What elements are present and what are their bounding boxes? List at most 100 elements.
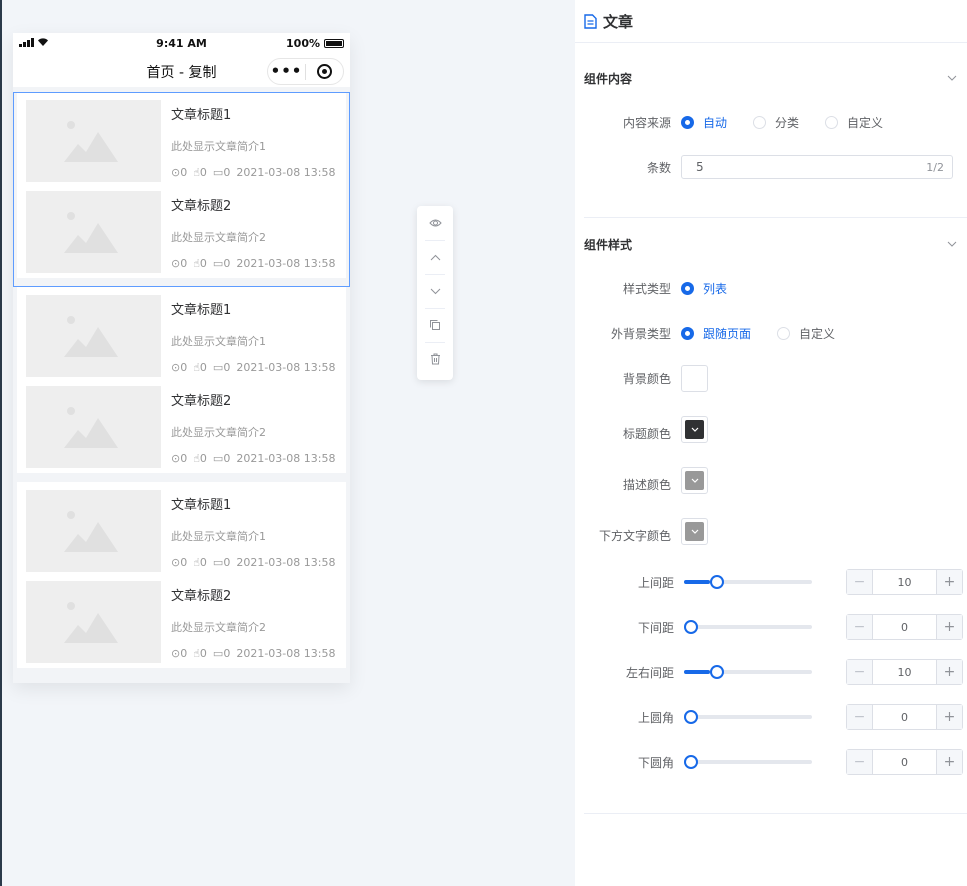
- color-label: 下方文字颜色: [598, 528, 671, 543]
- bg-type-radio-label: 跟随页面: [703, 326, 752, 341]
- decrement-button[interactable]: −: [847, 570, 873, 594]
- article-item[interactable]: 文章标题2 此处显示文章简介2 ⊙0 ☝0 ▭0 2021-03-08 13:58: [26, 581, 344, 663]
- source-radio-1[interactable]: 分类: [753, 114, 799, 131]
- slider-handle[interactable]: [684, 620, 698, 634]
- range-slider[interactable]: [684, 575, 812, 589]
- increment-button[interactable]: +: [936, 660, 962, 684]
- count-input[interactable]: 5 1/2: [681, 155, 953, 179]
- article-title: 文章标题1: [171, 303, 232, 318]
- views-count: ⊙0: [171, 361, 188, 374]
- count-label: 条数: [646, 160, 671, 175]
- decrement-button[interactable]: −: [847, 615, 873, 639]
- range-slider[interactable]: [684, 710, 812, 724]
- arrow-down-icon[interactable]: [417, 274, 453, 308]
- range-slider[interactable]: [684, 755, 812, 769]
- color-label: 标题颜色: [622, 426, 671, 441]
- article-block[interactable]: 文章标题1 此处显示文章简介1 ⊙0 ☝0 ▭0 2021-03-08 13:58 文章标题…: [17, 287, 346, 473]
- article-desc: 此处显示文章简介2: [171, 621, 266, 634]
- article-title: 文章标题1: [171, 498, 232, 513]
- source-radio-label: 自定义: [847, 115, 884, 130]
- source-radio-label: 分类: [775, 115, 800, 130]
- radio-list[interactable]: 列表: [681, 280, 727, 297]
- slider-row: 上间距 −10 +: [575, 569, 967, 595]
- color-picker[interactable]: [681, 415, 708, 443]
- bg-type-radio-label: 自定义: [799, 326, 836, 341]
- article-item[interactable]: 文章标题1 此处显示文章简介1 ⊙0 ☝0 ▭0 2021-03-08 13:58: [26, 490, 344, 572]
- slider-label: 下间距: [637, 620, 674, 635]
- count-value: 5: [696, 160, 704, 174]
- color-picker[interactable]: [681, 466, 708, 494]
- article-item[interactable]: 文章标题1 此处显示文章简介1 ⊙0 ☝0 ▭0 2021-03-08 13:58: [26, 100, 344, 182]
- decrement-button[interactable]: −: [847, 660, 873, 684]
- decrement-button[interactable]: −: [847, 705, 873, 729]
- section-divider: [584, 813, 967, 814]
- increment-button[interactable]: +: [936, 570, 962, 594]
- content-section-header[interactable]: 组件内容: [584, 68, 967, 88]
- likes-count: ☝0: [193, 647, 207, 660]
- more-dots-icon[interactable]: •••: [268, 58, 305, 85]
- comments-count: ▭0: [212, 361, 231, 374]
- color-row: 背景颜色: [575, 364, 967, 392]
- likes-count: ☝0: [193, 452, 207, 465]
- comments-count: ▭0: [212, 257, 231, 270]
- article-meta: ⊙0 ☝0 ▭0 2021-03-08 13:58: [171, 361, 335, 374]
- views-count: ⊙0: [171, 452, 188, 465]
- slider-row: 下圆角 −0 +: [575, 749, 967, 775]
- slider-handle[interactable]: [710, 665, 724, 679]
- slider-handle[interactable]: [684, 755, 698, 769]
- panel-title: 文章: [603, 12, 634, 31]
- article-time: 2021-03-08 13:58: [236, 452, 336, 465]
- target-icon[interactable]: [306, 64, 343, 79]
- copy-icon[interactable]: [417, 308, 453, 342]
- image-placeholder-icon: [26, 386, 161, 468]
- source-radio-0[interactable]: 自动: [681, 114, 727, 131]
- eye-icon[interactable]: [417, 206, 453, 240]
- stepper-value[interactable]: 0: [873, 615, 936, 639]
- decrement-button[interactable]: −: [847, 750, 873, 774]
- article-item[interactable]: 文章标题1 此处显示文章简介1 ⊙0 ☝0 ▭0 2021-03-08 13:58: [26, 295, 344, 377]
- views-count: ⊙0: [171, 166, 188, 179]
- bg-type-radio-0[interactable]: 跟随页面: [681, 325, 751, 342]
- article-title: 文章标题2: [171, 199, 232, 214]
- arrow-up-icon[interactable]: [417, 240, 453, 274]
- source-radio-2[interactable]: 自定义: [825, 114, 883, 131]
- bg-type-row: 外背景类型 跟随页面 自定义: [575, 321, 967, 345]
- color-row: 下方文字颜色: [575, 517, 967, 545]
- source-radio-label: 自动: [703, 115, 728, 130]
- stepper-value[interactable]: 10: [873, 660, 936, 684]
- increment-button[interactable]: +: [936, 750, 962, 774]
- source-radio-group: 自动 分类 自定义: [681, 114, 909, 131]
- number-stepper: −10 +: [846, 659, 963, 685]
- property-panel: 文章 组件内容 内容来源 自动 分类 自定义 条数 5 1/2 组件样式 样式类型 …: [575, 0, 967, 886]
- color-picker[interactable]: [681, 364, 708, 392]
- section-divider: [584, 217, 967, 218]
- article-block[interactable]: 文章标题1 此处显示文章简介1 ⊙0 ☝0 ▭0 2021-03-08 13:58 文章标题…: [17, 482, 346, 668]
- chevron-down-icon: [947, 241, 957, 247]
- slider-handle[interactable]: [684, 710, 698, 724]
- bg-type-radio-1[interactable]: 自定义: [777, 325, 835, 342]
- status-bar: 9:41 AM 100%: [13, 33, 350, 55]
- article-desc: 此处显示文章简介2: [171, 426, 266, 439]
- range-slider[interactable]: [684, 620, 812, 634]
- article-title: 文章标题1: [171, 108, 232, 123]
- increment-button[interactable]: +: [936, 615, 962, 639]
- image-placeholder-icon: [26, 191, 161, 273]
- article-meta: ⊙0 ☝0 ▭0 2021-03-08 13:58: [171, 556, 335, 569]
- battery-icon: [324, 39, 344, 48]
- trash-icon[interactable]: [417, 342, 453, 376]
- comments-count: ▭0: [212, 452, 231, 465]
- style-section-header[interactable]: 组件样式: [584, 234, 967, 254]
- article-block[interactable]: 文章标题1 此处显示文章简介1 ⊙0 ☝0 ▭0 2021-03-08 13:58 文章标题…: [17, 92, 346, 278]
- range-slider[interactable]: [684, 665, 812, 679]
- chevron-down-icon: [947, 75, 957, 81]
- color-picker[interactable]: [681, 517, 708, 545]
- stepper-value[interactable]: 10: [873, 570, 936, 594]
- capsule-menu[interactable]: •••: [267, 58, 344, 85]
- stepper-value[interactable]: 0: [873, 750, 936, 774]
- slider-handle[interactable]: [710, 575, 724, 589]
- article-item[interactable]: 文章标题2 此处显示文章简介2 ⊙0 ☝0 ▭0 2021-03-08 13:58: [26, 191, 344, 273]
- comments-count: ▭0: [212, 556, 231, 569]
- article-item[interactable]: 文章标题2 此处显示文章简介2 ⊙0 ☝0 ▭0 2021-03-08 13:58: [26, 386, 344, 468]
- stepper-value[interactable]: 0: [873, 705, 936, 729]
- increment-button[interactable]: +: [936, 705, 962, 729]
